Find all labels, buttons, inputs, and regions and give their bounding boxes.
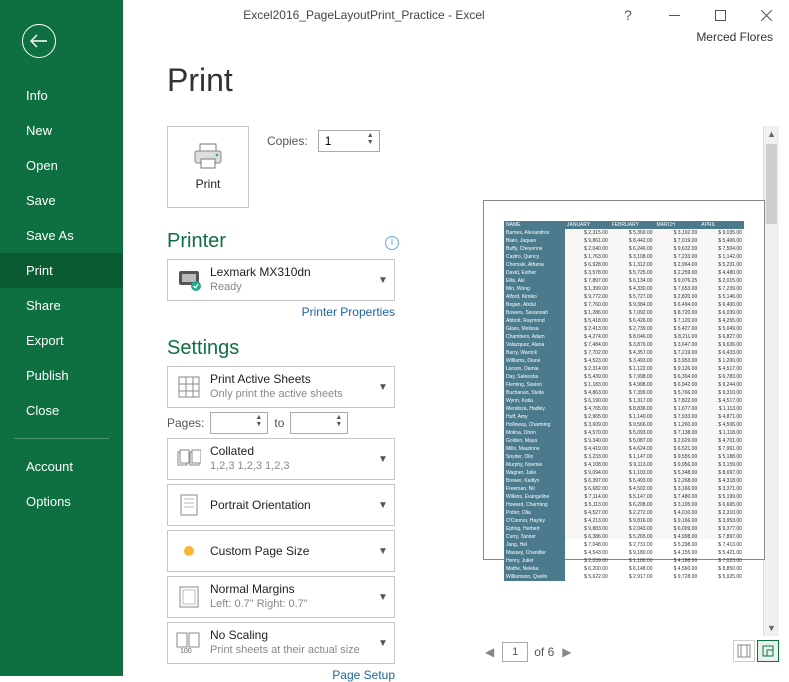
chevron-down-icon: ▼	[378, 638, 388, 649]
chevron-down-icon: ▼	[378, 500, 388, 511]
nav-options[interactable]: Options	[0, 484, 123, 519]
window-title: Excel2016_PageLayoutPrint_Practice - Exc…	[123, 8, 605, 22]
close-button[interactable]	[743, 0, 789, 30]
page-number-input[interactable]: 1	[502, 642, 528, 662]
nav-save[interactable]: Save	[0, 183, 123, 218]
backstage-sidebar: Info New Open Save Save As Print Share E…	[0, 0, 123, 676]
chevron-down-icon: ▼	[378, 592, 388, 603]
maximize-button[interactable]	[697, 0, 743, 30]
close-icon	[761, 10, 772, 21]
scaling-icon: 100	[176, 630, 202, 656]
nav-share[interactable]: Share	[0, 288, 123, 323]
scrollbar-thumb[interactable]	[766, 144, 777, 224]
next-page-button[interactable]: ▶	[560, 645, 573, 659]
printer-status: Ready	[210, 280, 370, 295]
pages-label: Pages:	[167, 416, 204, 430]
nav-account[interactable]: Account	[0, 449, 123, 484]
portrait-icon	[176, 492, 202, 518]
sheet-grid-icon	[176, 374, 202, 400]
copies-value: 1	[325, 134, 332, 148]
page-title: Print	[167, 62, 789, 99]
settings-section-label: Settings	[167, 337, 399, 360]
show-margins-button[interactable]	[733, 640, 755, 662]
printer-info-icon[interactable]: i	[385, 236, 399, 250]
scaling-selector[interactable]: 100 No ScalingPrint sheets at their actu…	[167, 622, 395, 664]
collated-icon	[176, 446, 202, 472]
page-total: of 6	[534, 645, 554, 659]
pages-from-spinner[interactable]: ▲▼	[210, 412, 268, 434]
margins-selector[interactable]: Normal MarginsLeft: 0.7" Right: 0.7" ▼	[167, 576, 395, 618]
help-button[interactable]: ?	[605, 0, 651, 30]
nav-info[interactable]: Info	[0, 78, 123, 113]
printer-section-label: Printer	[167, 230, 226, 252]
nav-print[interactable]: Print	[0, 253, 123, 288]
printer-status-icon	[176, 267, 202, 293]
printer-name: Lexmark MX310dn	[210, 265, 370, 280]
printer-properties-link[interactable]: Printer Properties	[167, 305, 395, 319]
minimize-button[interactable]	[651, 0, 697, 30]
pages-to-spinner[interactable]: ▲▼	[290, 412, 348, 434]
chevron-down-icon: ▼	[378, 546, 388, 557]
printer-selector[interactable]: Lexmark MX310dn Ready ▼	[167, 259, 395, 301]
nav-save-as[interactable]: Save As	[0, 218, 123, 253]
preview-scrollbar[interactable]: ▲ ▼	[763, 126, 779, 636]
preview-page: NAMEJANUARYFEBRUARYMARCHAPRILBarnes, Ale…	[483, 200, 765, 560]
prev-page-button[interactable]: ◀	[483, 645, 496, 659]
print-button-label: Print	[196, 177, 221, 191]
printer-icon	[193, 143, 223, 169]
page-size-icon	[176, 538, 202, 564]
chevron-down-icon: ▼	[378, 382, 388, 393]
chevron-down-icon: ▼	[378, 454, 388, 465]
page-size-selector[interactable]: Custom Page Size ▼	[167, 530, 395, 572]
chevron-down-icon: ▼	[378, 275, 388, 286]
copies-label: Copies:	[267, 134, 308, 148]
page-setup-link[interactable]: Page Setup	[167, 668, 395, 682]
maximize-icon	[715, 10, 726, 21]
print-preview: ▲ ▼ NAMEJANUARYFEBRUARYMARCHAPRILBarnes,…	[445, 126, 779, 666]
nav-close[interactable]: Close	[0, 393, 123, 428]
nav-publish[interactable]: Publish	[0, 358, 123, 393]
minimize-icon	[669, 10, 680, 21]
orientation-selector[interactable]: Portrait Orientation ▼	[167, 484, 395, 526]
nav-export[interactable]: Export	[0, 323, 123, 358]
nav-new[interactable]: New	[0, 113, 123, 148]
print-button[interactable]: Print	[167, 126, 249, 208]
print-what-selector[interactable]: Print Active SheetsOnly print the active…	[167, 366, 395, 408]
zoom-to-page-button[interactable]	[757, 640, 779, 662]
back-button[interactable]	[22, 24, 56, 58]
svg-text:100: 100	[180, 648, 192, 654]
copies-spinner[interactable]: 1 ▲▼	[318, 130, 380, 152]
margins-icon	[176, 584, 202, 610]
nav-open[interactable]: Open	[0, 148, 123, 183]
back-arrow-icon	[30, 34, 48, 48]
pages-to-label: to	[274, 416, 284, 430]
collation-selector[interactable]: Collated1,2,3 1,2,3 1,2,3 ▼	[167, 438, 395, 480]
